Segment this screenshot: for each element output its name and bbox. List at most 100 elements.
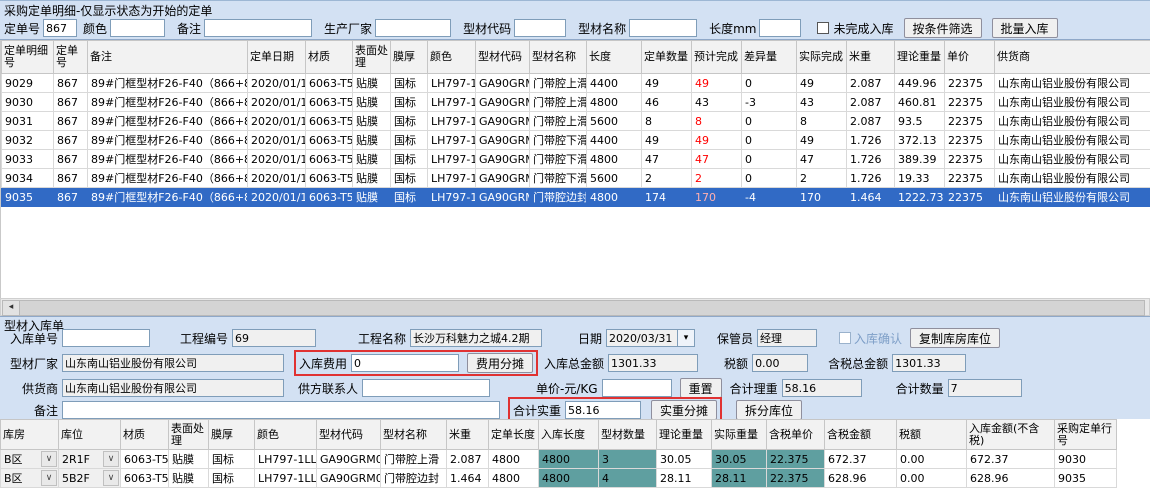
chevron-down-icon[interactable]: ∨ xyxy=(103,470,119,486)
column-header[interactable]: 库位 xyxy=(59,420,121,450)
tax-input[interactable] xyxy=(752,354,808,372)
table-cell: GA90GRM03 xyxy=(476,112,530,131)
chevron-down-icon[interactable]: ∨ xyxy=(41,470,57,486)
fee-allocate-button[interactable]: 费用分摊 xyxy=(467,353,533,373)
column-header[interactable]: 定单数量 xyxy=(642,41,692,74)
table-row[interactable]: 903086789#门框型材F26-F40（866+867）2020/01/13… xyxy=(2,93,1150,112)
table-row[interactable]: 903486789#门框型材F26-F40（866+867）2020/01/13… xyxy=(2,169,1150,188)
table-row[interactable]: 903386789#门框型材F26-F40（866+867）2020/01/13… xyxy=(2,150,1150,169)
column-header[interactable]: 材质 xyxy=(306,41,353,74)
reset-button[interactable]: 重置 xyxy=(680,378,722,398)
supplier-input[interactable] xyxy=(62,379,284,397)
table-row[interactable]: 902986789#门框型材F26-F40（866+867）2020/01/13… xyxy=(2,74,1150,93)
column-header[interactable]: 含税单价 xyxy=(767,420,825,450)
column-header[interactable]: 材质 xyxy=(121,420,169,450)
column-header[interactable]: 表面处理 xyxy=(169,420,209,450)
column-header[interactable]: 含税金额 xyxy=(825,420,897,450)
column-header[interactable]: 定单明细号 xyxy=(2,41,54,74)
horizontal-scrollbar[interactable]: ◂ xyxy=(0,298,1150,316)
column-header[interactable]: 定单日期 xyxy=(248,41,306,74)
table-cell: 46 xyxy=(642,93,692,112)
total-amount-input[interactable] xyxy=(608,354,698,372)
column-header[interactable]: 米重 xyxy=(847,41,895,74)
table-cell: 2.087 xyxy=(447,450,489,469)
column-header[interactable]: 入库金额(不含税) xyxy=(967,420,1055,450)
table-cell: 30.05 xyxy=(657,450,712,469)
calendar-dropdown-icon[interactable]: ▾ xyxy=(678,329,695,347)
color-filter-input[interactable] xyxy=(110,19,165,37)
column-header[interactable]: 定单长度 xyxy=(489,420,539,450)
total-qty-input[interactable] xyxy=(948,379,1022,397)
column-header[interactable]: 实际完成 xyxy=(797,41,847,74)
table-cell: 8 xyxy=(692,112,742,131)
chevron-down-icon[interactable]: ∨ xyxy=(41,451,57,467)
column-header[interactable]: 库房 xyxy=(1,420,59,450)
profile-code-filter-input[interactable] xyxy=(514,19,566,37)
order-no-input[interactable] xyxy=(43,19,77,37)
table-row[interactable]: 903186789#门框型材F26-F40（866+867）2020/01/13… xyxy=(2,112,1150,131)
table-row[interactable]: 903286789#门框型材F26-F40（866+867）2020/01/13… xyxy=(2,131,1150,150)
inbound-form-row-4: 备注 合计实重 实重分摊 拆分库位 xyxy=(6,400,802,420)
table-cell: 49 xyxy=(797,74,847,93)
column-header[interactable]: 型材名称 xyxy=(530,41,587,74)
column-header[interactable]: 膜厚 xyxy=(209,420,255,450)
column-header[interactable]: 差异量 xyxy=(742,41,797,74)
column-header[interactable]: 实际重量 xyxy=(712,420,767,450)
column-header[interactable]: 理论重量 xyxy=(895,41,945,74)
table-cell: GA90GRM05 xyxy=(476,188,530,207)
fee-input[interactable] xyxy=(351,354,459,372)
weight-allocate-button[interactable]: 实重分摊 xyxy=(651,400,717,420)
table-cell: 43 xyxy=(692,93,742,112)
column-header[interactable]: 长度 xyxy=(587,41,642,74)
table-cell: 山东南山铝业股份有限公司 xyxy=(995,169,1150,188)
column-header[interactable]: 米重 xyxy=(447,420,489,450)
column-header[interactable]: 入库长度 xyxy=(539,420,599,450)
column-header[interactable]: 单价 xyxy=(945,41,995,74)
table-cell: 国标 xyxy=(209,450,255,469)
unit-price-input[interactable] xyxy=(602,379,672,397)
unfinished-checkbox[interactable] xyxy=(817,22,829,34)
column-header[interactable]: 膜厚 xyxy=(391,41,428,74)
split-location-button[interactable]: 拆分库位 xyxy=(736,400,802,420)
profile-name-filter-input[interactable] xyxy=(629,19,697,37)
column-header[interactable]: 税额 xyxy=(897,420,967,450)
column-header[interactable]: 型材名称 xyxy=(381,420,447,450)
column-header[interactable]: 理论重量 xyxy=(657,420,712,450)
column-header[interactable]: 型材代码 xyxy=(317,420,381,450)
column-header[interactable]: 备注 xyxy=(88,41,248,74)
column-header[interactable]: 型材数量 xyxy=(599,420,657,450)
column-header[interactable]: 预计完成 xyxy=(692,41,742,74)
scrollbar-thumb[interactable] xyxy=(19,300,1145,316)
contact-input[interactable] xyxy=(362,379,490,397)
date-input[interactable] xyxy=(606,329,678,347)
table-row[interactable]: 903586789#门框型材F26-F40（866+867）2020/01/13… xyxy=(2,188,1150,207)
theory-weight-input[interactable] xyxy=(782,379,862,397)
column-header[interactable]: 表面处理 xyxy=(353,41,391,74)
filter-by-condition-button[interactable]: 按条件筛选 xyxy=(904,18,982,38)
length-filter-input[interactable] xyxy=(759,19,801,37)
inbound-no-input[interactable] xyxy=(62,329,150,347)
column-header[interactable]: 采购定单行号 xyxy=(1055,420,1117,450)
total-with-tax-input[interactable] xyxy=(892,354,966,372)
scroll-left-arrow-icon[interactable]: ◂ xyxy=(2,300,20,316)
column-header[interactable]: 颜色 xyxy=(255,420,317,450)
factory-input[interactable] xyxy=(62,354,284,372)
actual-weight-input[interactable] xyxy=(565,401,641,419)
copy-warehouse-location-button[interactable]: 复制库房库位 xyxy=(910,328,1000,348)
project-name-input[interactable] xyxy=(410,329,542,347)
project-no-input[interactable] xyxy=(232,329,316,347)
remark-filter-input[interactable] xyxy=(204,19,312,37)
keeper-input[interactable] xyxy=(757,329,817,347)
inbound-confirm-checkbox[interactable] xyxy=(839,332,851,344)
column-header[interactable]: 颜色 xyxy=(428,41,476,74)
column-header[interactable]: 供货商 xyxy=(995,41,1150,74)
batch-inbound-button[interactable]: 批量入库 xyxy=(992,18,1058,38)
note-input[interactable] xyxy=(62,401,500,419)
table-row[interactable]: B区∨2R1F∨6063-T5贴膜国标LH797-1LL0GA90GRM03门带… xyxy=(1,450,1150,469)
chevron-down-icon[interactable]: ∨ xyxy=(103,451,119,467)
table-cell: 9031 xyxy=(2,112,54,131)
table-row[interactable]: B区∨5B2F∨6063-T5贴膜国标LH797-1LL0GA90GRM05门带… xyxy=(1,469,1150,488)
column-header[interactable]: 定单号 xyxy=(54,41,88,74)
manufacturer-input[interactable] xyxy=(375,19,451,37)
column-header[interactable]: 型材代码 xyxy=(476,41,530,74)
